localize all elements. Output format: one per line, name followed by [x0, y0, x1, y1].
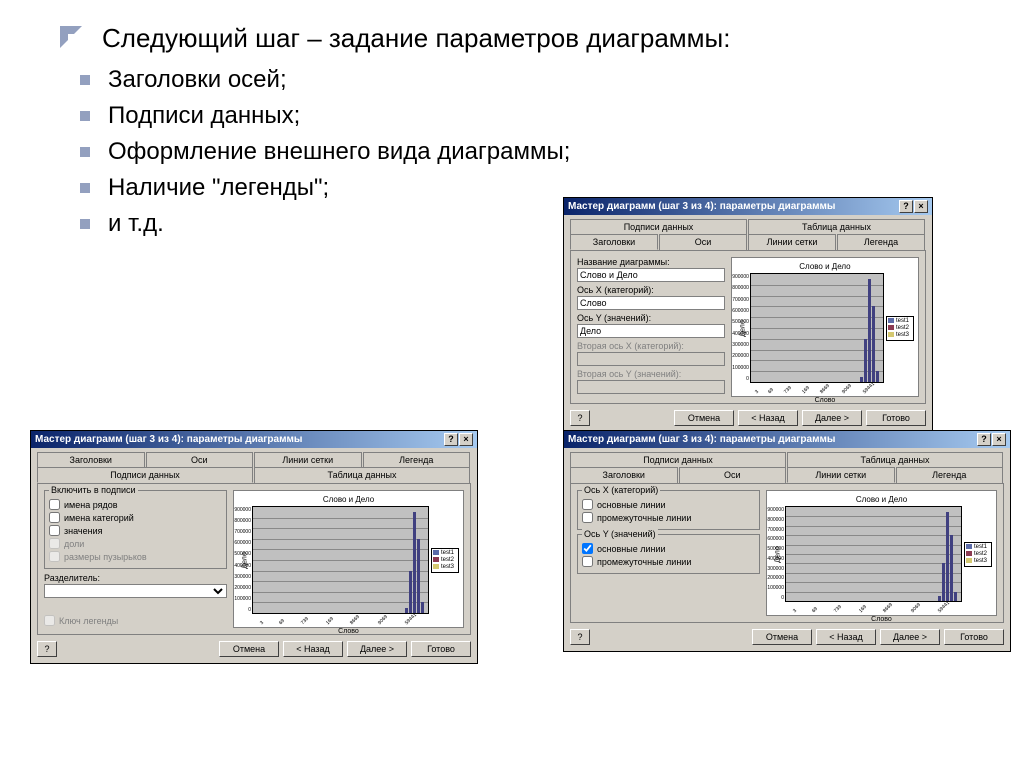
- tab-legend[interactable]: Легенда: [896, 467, 1004, 483]
- help-button-icon[interactable]: ?: [977, 433, 991, 446]
- x2-axis-label: Вторая ось X (категорий):: [577, 341, 725, 351]
- bullet-icon: [80, 111, 90, 121]
- tab-headers[interactable]: Заголовки: [570, 234, 658, 250]
- separator-select[interactable]: [44, 584, 227, 598]
- tab-legend[interactable]: Легенда: [363, 452, 471, 467]
- percents-checkbox: [49, 538, 60, 549]
- help-button-icon[interactable]: ?: [899, 200, 913, 213]
- titlebar: Мастер диаграмм (шаг 3 из 4): параметры …: [564, 431, 1010, 448]
- finish-button[interactable]: Готово: [944, 629, 1004, 645]
- x-axis-input[interactable]: [577, 296, 725, 310]
- bullet-icon: [80, 219, 90, 229]
- x-main-lines-checkbox[interactable]: [582, 499, 593, 510]
- y-axis-label: Ось Y (значений):: [577, 313, 725, 323]
- x-group-title: Ось X (категорий): [582, 485, 660, 495]
- y-group-title: Ось Y (значений): [582, 529, 658, 539]
- separator-label: Разделитель:: [44, 573, 227, 583]
- tab-gridlines[interactable]: Линии сетки: [787, 467, 895, 483]
- dialog-title: Мастер диаграмм (шаг 3 из 4): параметры …: [568, 201, 835, 212]
- back-button[interactable]: < Назад: [283, 641, 343, 657]
- chart-title-label: Название диаграммы:: [577, 257, 725, 267]
- cancel-button[interactable]: Отмена: [219, 641, 279, 657]
- x-axis-label: Ось X (категорий):: [577, 285, 725, 295]
- y2-axis-label: Вторая ось Y (значений):: [577, 369, 725, 379]
- chart-title-input[interactable]: [577, 268, 725, 282]
- bullet-icon: [80, 183, 90, 193]
- sub-bullet: Подписи данных;: [80, 102, 994, 130]
- help-button[interactable]: ?: [37, 641, 57, 657]
- tab-table[interactable]: Таблица данных: [748, 219, 925, 234]
- main-bullet-text: Следующий шаг – задание параметров диагр…: [102, 20, 730, 56]
- series-names-checkbox[interactable]: [49, 499, 60, 510]
- sub-bullet: Оформление внешнего вида диаграммы;: [80, 138, 994, 166]
- y-axis-input[interactable]: [577, 324, 725, 338]
- bullet-square-icon: [60, 26, 82, 48]
- bubble-sizes-checkbox: [49, 551, 60, 562]
- dialog-title: Мастер диаграмм (шаг 3 из 4): параметры …: [35, 434, 302, 445]
- close-button-icon[interactable]: ×: [992, 433, 1006, 446]
- tab-axes[interactable]: Оси: [659, 234, 747, 250]
- tab-gridlines[interactable]: Линии сетки: [748, 234, 836, 250]
- cancel-button[interactable]: Отмена: [752, 629, 812, 645]
- tab-axes[interactable]: Оси: [679, 467, 787, 483]
- chart-wizard-dialog-headers: Мастер диаграмм (шаг 3 из 4): параметры …: [563, 197, 933, 433]
- next-button[interactable]: Далее >: [802, 410, 862, 426]
- tab-table[interactable]: Таблица данных: [254, 467, 470, 483]
- chart-wizard-dialog-gridlines: Мастер диаграмм (шаг 3 из 4): параметры …: [563, 430, 1011, 652]
- x2-axis-input: [577, 352, 725, 366]
- category-names-checkbox[interactable]: [49, 512, 60, 523]
- chart-preview: Слово и Дело Дело 9000008000007000006000…: [233, 490, 464, 628]
- include-group-title: Включить в подписи: [49, 485, 138, 495]
- help-button[interactable]: ?: [570, 410, 590, 426]
- x-inter-lines-checkbox[interactable]: [582, 512, 593, 523]
- tab-legend[interactable]: Легенда: [837, 234, 925, 250]
- help-button[interactable]: ?: [570, 629, 590, 645]
- next-button[interactable]: Далее >: [347, 641, 407, 657]
- y-main-lines-checkbox[interactable]: [582, 543, 593, 554]
- cancel-button[interactable]: Отмена: [674, 410, 734, 426]
- bullet-icon: [80, 75, 90, 85]
- titlebar: Мастер диаграмм (шаг 3 из 4): параметры …: [564, 198, 932, 215]
- tab-labels[interactable]: Подписи данных: [37, 467, 253, 483]
- tab-headers[interactable]: Заголовки: [570, 467, 678, 483]
- chart-preview: Слово и Дело Дело 9000008000007000006000…: [766, 490, 997, 616]
- bullet-icon: [80, 147, 90, 157]
- tab-gridlines[interactable]: Линии сетки: [254, 452, 362, 467]
- legend-key-checkbox: [44, 615, 55, 626]
- tab-labels[interactable]: Подписи данных: [570, 452, 786, 467]
- values-checkbox[interactable]: [49, 525, 60, 536]
- sub-bullet: Заголовки осей;: [80, 66, 994, 94]
- titlebar: Мастер диаграмм (шаг 3 из 4): параметры …: [31, 431, 477, 448]
- finish-button[interactable]: Готово: [866, 410, 926, 426]
- main-bullet: Следующий шаг – задание параметров диагр…: [60, 20, 994, 56]
- back-button[interactable]: < Назад: [816, 629, 876, 645]
- chart-wizard-dialog-labels: Мастер диаграмм (шаг 3 из 4): параметры …: [30, 430, 478, 664]
- y2-axis-input: [577, 380, 725, 394]
- back-button[interactable]: < Назад: [738, 410, 798, 426]
- tab-labels[interactable]: Подписи данных: [570, 219, 747, 234]
- tab-headers[interactable]: Заголовки: [37, 452, 145, 467]
- chart-preview: Слово и Дело Дело 9000008000007000006000…: [731, 257, 919, 397]
- tab-axes[interactable]: Оси: [146, 452, 254, 467]
- help-button-icon[interactable]: ?: [444, 433, 458, 446]
- close-button-icon[interactable]: ×: [914, 200, 928, 213]
- close-button-icon[interactable]: ×: [459, 433, 473, 446]
- finish-button[interactable]: Готово: [411, 641, 471, 657]
- next-button[interactable]: Далее >: [880, 629, 940, 645]
- y-inter-lines-checkbox[interactable]: [582, 556, 593, 567]
- dialog-title: Мастер диаграмм (шаг 3 из 4): параметры …: [568, 434, 835, 445]
- tab-table[interactable]: Таблица данных: [787, 452, 1003, 467]
